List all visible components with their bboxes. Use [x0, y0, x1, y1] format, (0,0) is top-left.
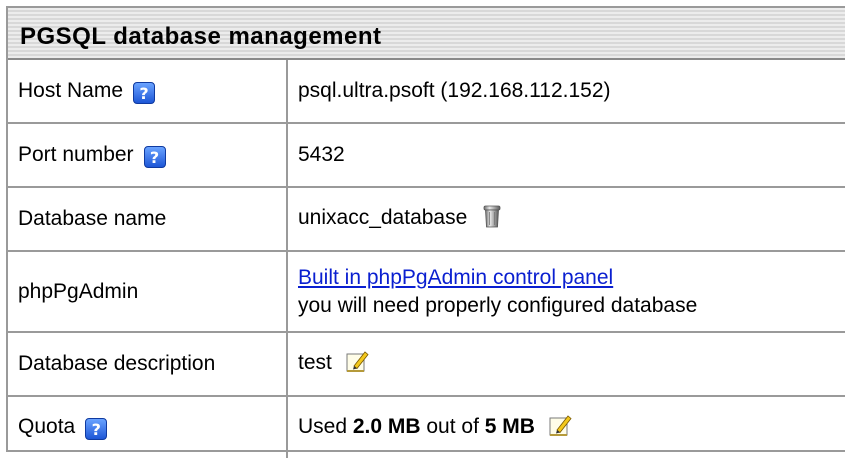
phppgadmin-label-cell: phpPgAdmin	[8, 251, 288, 333]
table-row-host-name: Host Name? psql.ultra.psoft (192.168.112…	[8, 60, 845, 124]
phppgadmin-control-panel-link[interactable]: Built in phpPgAdmin control panel	[298, 266, 613, 289]
quota-prefix: Used	[298, 414, 353, 438]
quota-value-cell: Used 2.0 MB out of 5 MB	[287, 396, 845, 458]
phppgadmin-value-cell: Built in phpPgAdmin control panel you wi…	[287, 251, 845, 333]
table-row-quota: Quota? Used 2.0 MB out of 5 MB	[8, 396, 845, 458]
database-description-label: Database description	[18, 352, 216, 375]
table-row-phppgadmin: phpPgAdmin Built in phpPgAdmin control p…	[8, 251, 845, 333]
database-description-value-cell: test	[287, 332, 845, 397]
table-row-database-name: Database name unixacc_database	[8, 187, 845, 252]
phppgadmin-note: you will need properly configured databa…	[298, 293, 698, 317]
phppgadmin-label: phpPgAdmin	[18, 279, 139, 303]
quota-label-cell: Quota?	[8, 396, 288, 458]
database-name-value-cell: unixacc_database	[287, 187, 845, 252]
edit-icon[interactable]	[549, 413, 573, 443]
panel-header: PGSQL database management	[8, 8, 845, 60]
port-number-label: Port number	[18, 142, 134, 166]
quota-label: Quota	[18, 415, 76, 438]
database-name-label-cell: Database name	[8, 187, 288, 252]
help-icon[interactable]: ?	[133, 81, 156, 104]
table-row-database-description: Database description test	[8, 332, 845, 397]
port-number-value: 5432	[298, 143, 345, 166]
database-info-table: Host Name? psql.ultra.psoft (192.168.112…	[8, 60, 845, 458]
edit-icon[interactable]	[346, 349, 370, 379]
panel-title: PGSQL database management	[20, 23, 382, 50]
host-name-label: Host Name	[18, 78, 124, 102]
trash-icon[interactable]	[483, 204, 501, 234]
port-number-value-cell: 5432	[287, 123, 845, 188]
port-number-label-cell: Port number?	[8, 123, 288, 188]
database-name-label: Database name	[18, 207, 167, 230]
table-row-port-number: Port number? 5432	[8, 123, 845, 188]
pgsql-management-panel: PGSQL database management Host Name? psq…	[6, 6, 845, 458]
quota-middle: out of	[420, 414, 485, 438]
help-icon[interactable]: ?	[143, 145, 166, 168]
database-description-value: test	[298, 351, 332, 374]
quota-total: 5 MB	[484, 414, 535, 438]
database-description-label-cell: Database description	[8, 332, 288, 397]
database-name-value: unixacc_database	[298, 206, 468, 229]
help-icon[interactable]: ?	[85, 418, 108, 440]
quota-used: 2.0 MB	[352, 414, 421, 438]
host-name-value-cell: psql.ultra.psoft (192.168.112.152)	[287, 60, 845, 124]
host-name-value: psql.ultra.psoft (192.168.112.152)	[298, 79, 611, 102]
host-name-label-cell: Host Name?	[8, 60, 288, 124]
